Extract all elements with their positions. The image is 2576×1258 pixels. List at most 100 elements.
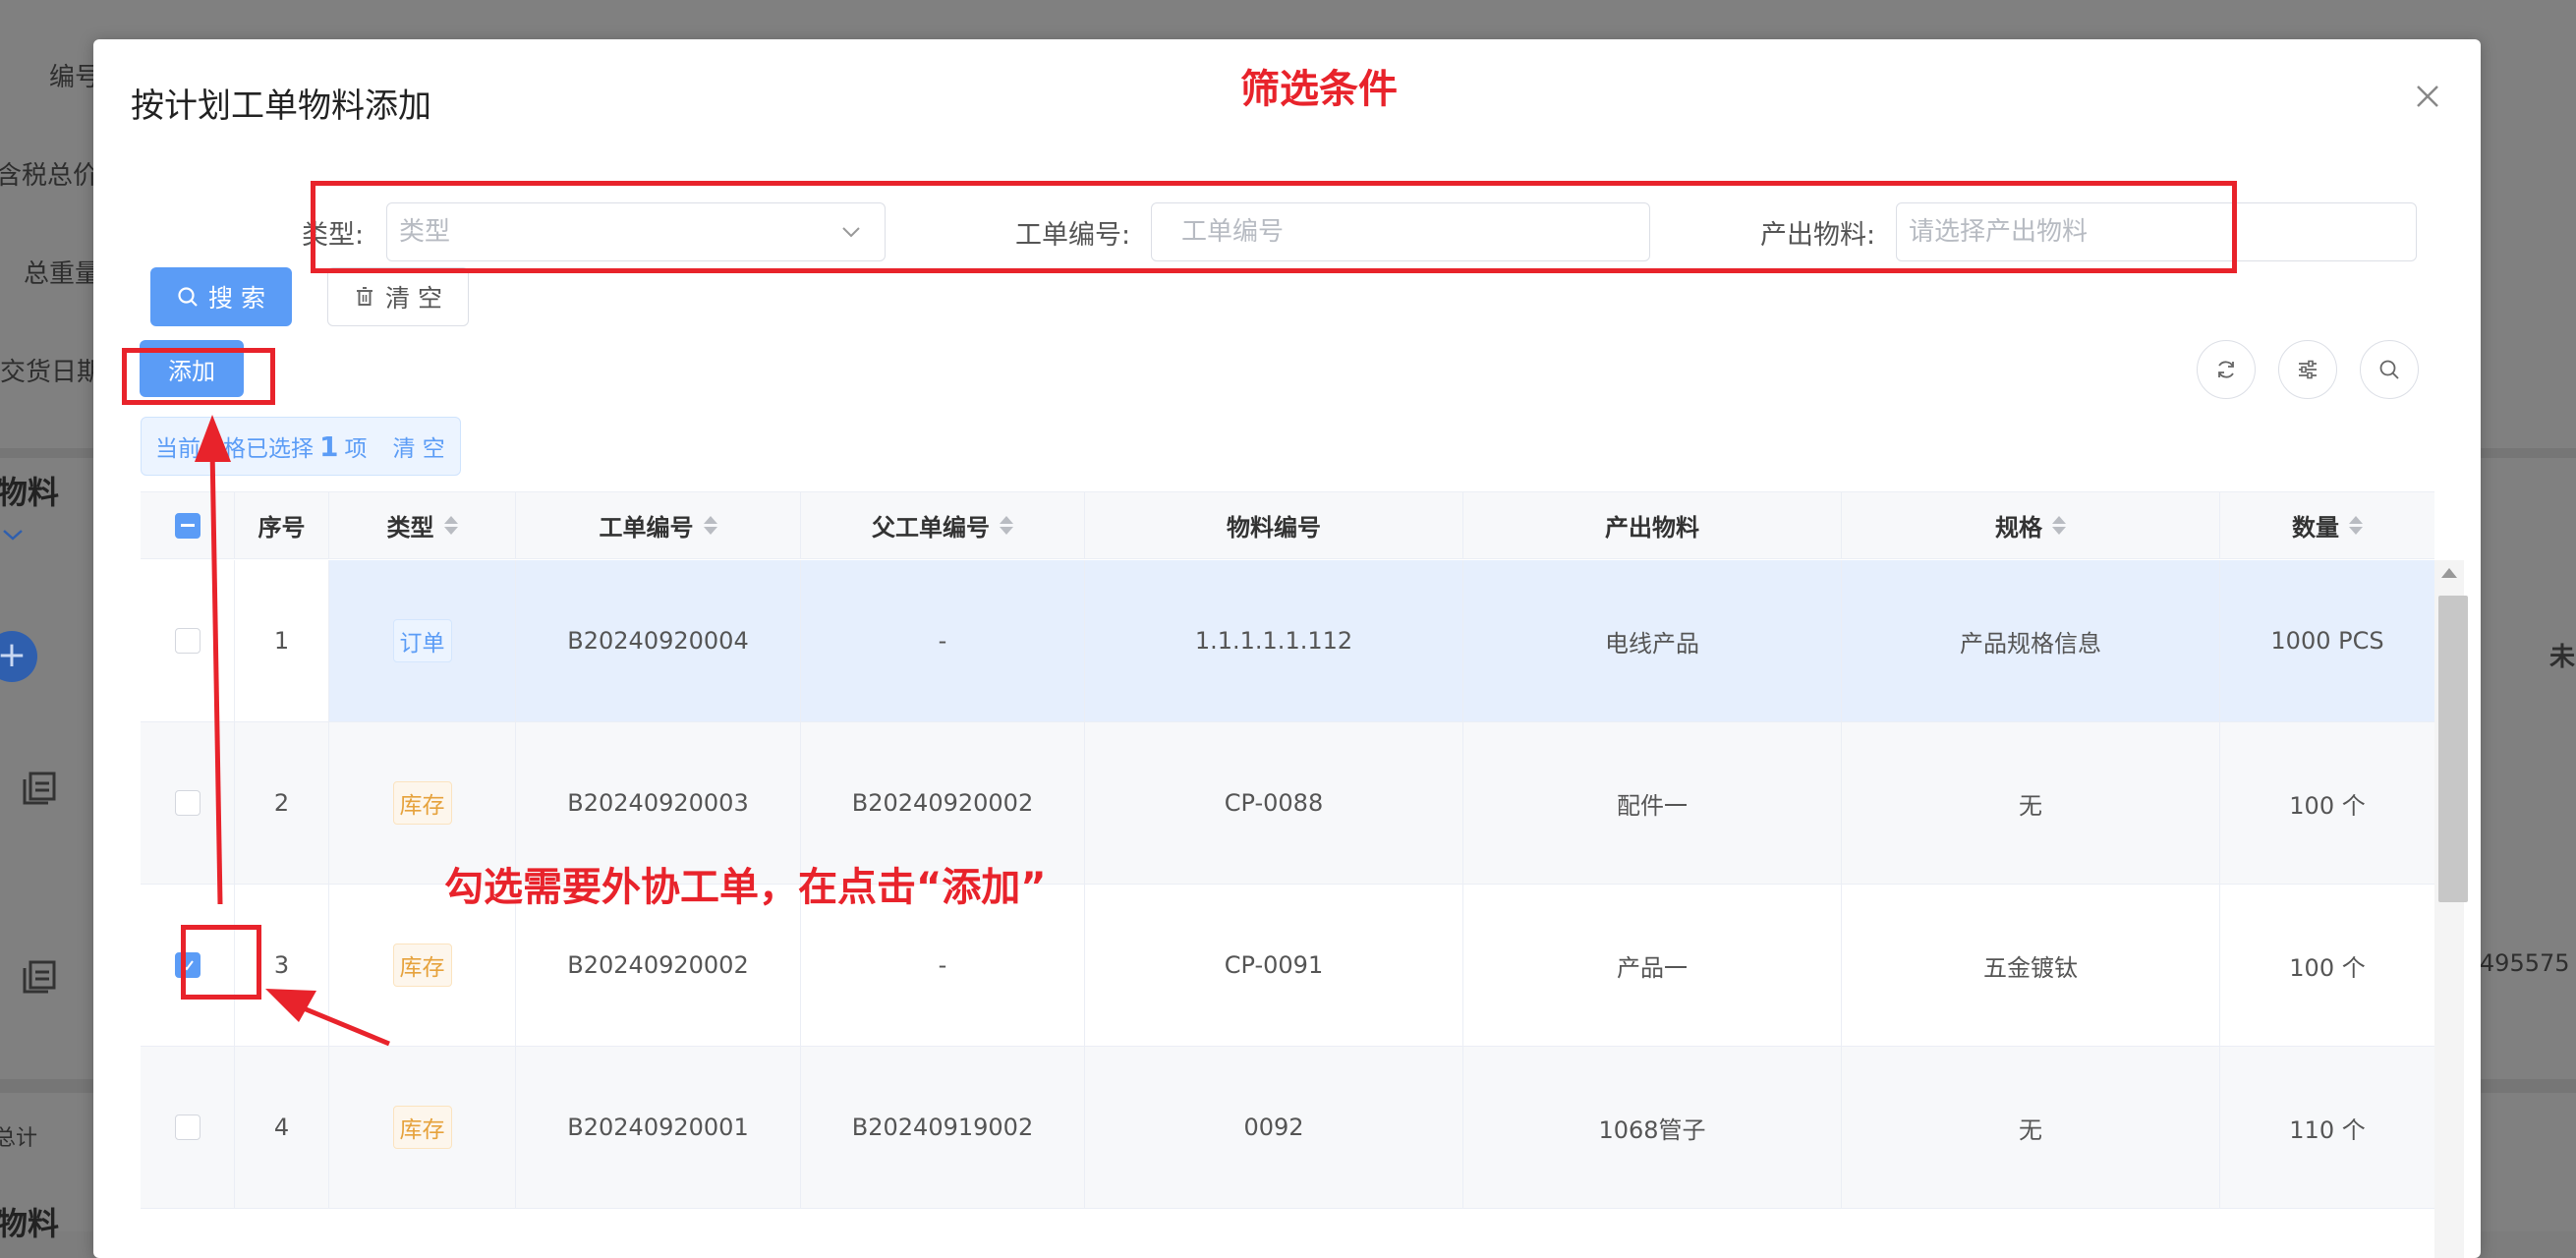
add-by-plan-order-dialog: 按计划工单物料添加 类型: 工单编号: 产出物料: 搜 索 清 空	[93, 39, 2481, 1258]
sort-icon	[2052, 516, 2066, 535]
header-qty-label: 数量	[2292, 514, 2339, 542]
add-button[interactable]: 添加	[140, 340, 244, 397]
header-order-no[interactable]: 工单编号	[516, 492, 801, 559]
dialog-title: 按计划工单物料添加	[131, 86, 431, 126]
sort-icon	[443, 516, 458, 535]
background-label: 含税总价	[0, 161, 99, 191]
sliders-icon	[2299, 360, 2317, 379]
row-material-no: 0092	[1085, 1047, 1463, 1209]
header-type[interactable]: 类型	[329, 492, 516, 559]
check-icon	[181, 960, 194, 971]
sort-icon	[703, 516, 717, 535]
row-spec: 产品规格信息	[1842, 560, 2220, 722]
row-select-cell	[141, 885, 235, 1047]
row-qty: 100 个	[2220, 885, 2434, 1047]
copy-icon	[23, 772, 56, 805]
select-all-checkbox[interactable]	[174, 512, 200, 539]
row-index: 1	[235, 560, 329, 722]
row-order-no: B20240920004	[516, 560, 801, 722]
table-scrollbar-thumb[interactable]	[2438, 596, 2468, 902]
work-order-table: 序号 类型 工单编号 父工单编号 物料编号 产出物料 规格 数量 1 订单 B2…	[141, 491, 2434, 1209]
order-no-filter: 工单编号:	[1015, 202, 1130, 261]
type-tag: 订单	[392, 619, 452, 662]
header-order-no-label: 工单编号	[599, 514, 694, 542]
selection-prefix: 当前表格已选择	[155, 436, 314, 462]
type-tag: 库存	[392, 1106, 452, 1149]
search-button-label: 搜 索	[208, 284, 265, 313]
background-section-title: 物料	[0, 1205, 60, 1242]
row-checkbox[interactable]	[174, 790, 200, 816]
close-icon[interactable]	[2408, 77, 2447, 116]
indeterminate-icon	[180, 524, 195, 527]
header-index: 序号	[235, 492, 329, 559]
refresh-button[interactable]	[2197, 340, 2256, 399]
type-filter: 类型:	[302, 202, 364, 261]
row-spec: 无	[1842, 1047, 2220, 1209]
row-output-material: 1068管子	[1463, 1047, 1842, 1209]
trash-icon	[357, 287, 373, 306]
chevron-down-icon	[842, 227, 860, 238]
row-output-material: 电线产品	[1463, 560, 1842, 722]
row-qty: 110 个	[2220, 1047, 2434, 1209]
header-material-no: 物料编号	[1085, 492, 1463, 559]
clear-button-label: 清 空	[385, 284, 442, 313]
header-spec[interactable]: 规格	[1842, 492, 2220, 559]
header-parent-no-label: 父工单编号	[872, 514, 990, 542]
row-checkbox[interactable]	[174, 952, 200, 978]
selection-info: 当前表格已选择 1 项 清 空	[141, 417, 461, 476]
clear-selection-link[interactable]: 清 空	[392, 429, 444, 463]
search-icon	[2379, 360, 2399, 379]
type-tag: 库存	[392, 781, 452, 825]
scroll-up-arrow-icon[interactable]	[2441, 568, 2457, 578]
header-type-label: 类型	[386, 514, 434, 542]
row-output-material: 配件一	[1463, 722, 1842, 885]
row-output-material: 产品一	[1463, 885, 1842, 1047]
clear-button[interactable]: 清 空	[327, 267, 469, 326]
row-index: 2	[235, 722, 329, 885]
row-material-no: CP-0091	[1085, 885, 1463, 1047]
output-material-label: 产出物料:	[1760, 219, 1876, 251]
table-row[interactable]: 1 订单 B20240920004 - 1.1.1.1.1.112 电线产品 产…	[141, 560, 2434, 722]
row-checkbox[interactable]	[174, 1115, 200, 1140]
header-qty[interactable]: 数量	[2220, 492, 2434, 559]
row-index: 4	[235, 1047, 329, 1209]
background-fragment: 未	[2549, 643, 2576, 672]
refresh-icon	[2218, 361, 2234, 378]
background-label: 总计	[0, 1126, 38, 1151]
header-output-material: 产出物料	[1463, 492, 1842, 559]
header-spec-label: 规格	[1995, 514, 2042, 542]
type-select[interactable]	[386, 202, 886, 261]
row-qty: 100 个	[2220, 722, 2434, 885]
row-parent-no: B20240919002	[801, 1047, 1085, 1209]
background-section-title: 物料	[0, 474, 60, 511]
filter-annotation-label: 筛选条件	[1240, 67, 1398, 112]
select-annotation-label: 勾选需要外协工单，在点击“添加”	[444, 865, 1047, 910]
type-label: 类型:	[302, 219, 365, 251]
output-material-filter: 产出物料:	[1760, 202, 1875, 261]
row-spec: 五金镀钛	[1842, 885, 2220, 1047]
row-spec: 无	[1842, 722, 2220, 885]
search-icon	[178, 287, 198, 307]
search-button[interactable]: 搜 索	[150, 267, 292, 326]
type-tag: 库存	[392, 944, 452, 987]
sort-icon	[2349, 516, 2363, 535]
output-material-select[interactable]	[1896, 202, 2417, 261]
copy-icon	[23, 960, 56, 994]
column-settings-button[interactable]	[2278, 340, 2337, 399]
order-no-input[interactable]	[1151, 202, 1650, 261]
background-label: 交货日期	[0, 358, 103, 387]
table-row[interactable]: 4 库存 B20240920001 B20240919002 0092 1068…	[141, 1047, 2434, 1209]
table-header-row: 序号 类型 工单编号 父工单编号 物料编号 产出物料 规格 数量	[141, 492, 2434, 559]
selection-suffix: 项	[344, 436, 368, 462]
row-parent-no: -	[801, 560, 1085, 722]
background-label: 总重量	[24, 259, 101, 289]
row-select-cell	[141, 722, 235, 885]
header-parent-no[interactable]: 父工单编号	[801, 492, 1085, 559]
row-index: 3	[235, 885, 329, 1047]
chevron-down-icon	[3, 530, 23, 541]
row-select-cell	[141, 560, 235, 722]
search-toggle-button[interactable]	[2360, 340, 2419, 399]
row-checkbox[interactable]	[174, 628, 200, 654]
sort-icon	[1000, 516, 1013, 535]
row-qty: 1000 PCS	[2220, 560, 2434, 722]
